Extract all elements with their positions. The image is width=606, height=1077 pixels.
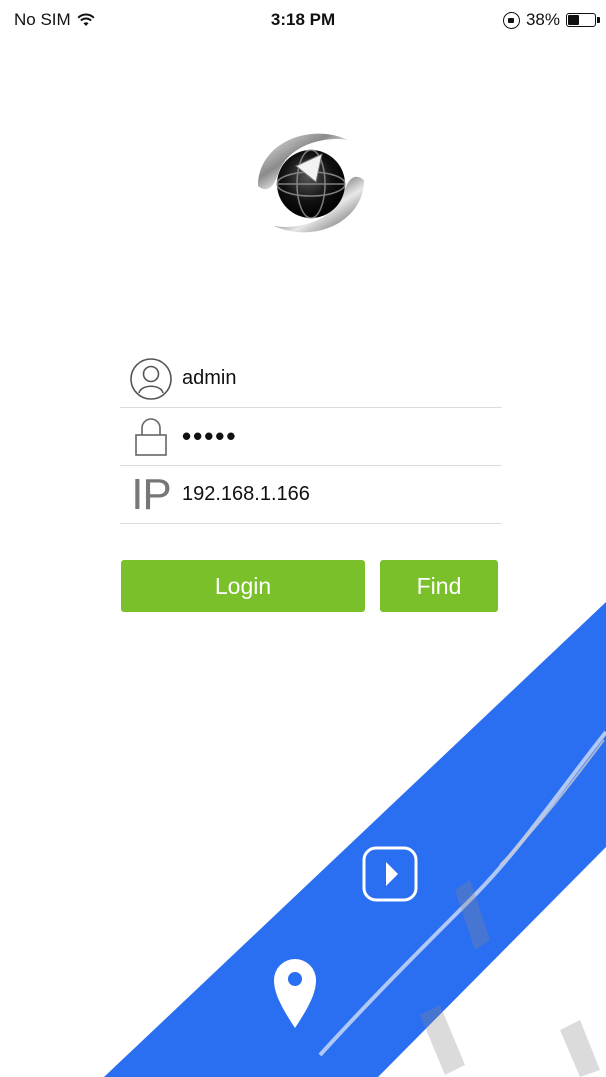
ip-icon-text: IP: [131, 469, 172, 519]
login-form: admin ••••• IP 192.168.1.166: [120, 350, 502, 524]
status-bar: No SIM 3:18 PM 38%: [0, 0, 606, 40]
banner-stripe: [104, 602, 606, 1077]
promo-banner: [104, 602, 606, 1077]
lock-icon: [120, 408, 182, 466]
user-icon: [120, 350, 182, 408]
ip-row[interactable]: IP 192.168.1.166: [120, 466, 502, 524]
password-row[interactable]: •••••: [120, 408, 502, 466]
battery-fill: [568, 15, 579, 25]
orientation-lock-icon: [502, 11, 520, 29]
app-logo: [258, 133, 364, 233]
username-field[interactable]: admin: [182, 367, 236, 390]
password-field[interactable]: •••••: [182, 421, 238, 452]
status-right: 38%: [502, 10, 600, 30]
battery-percent: 38%: [525, 10, 560, 29]
ip-icon: IP: [120, 466, 182, 524]
username-row[interactable]: admin: [120, 350, 502, 408]
battery-icon: [566, 13, 600, 27]
ip-field[interactable]: 192.168.1.166: [182, 483, 310, 506]
